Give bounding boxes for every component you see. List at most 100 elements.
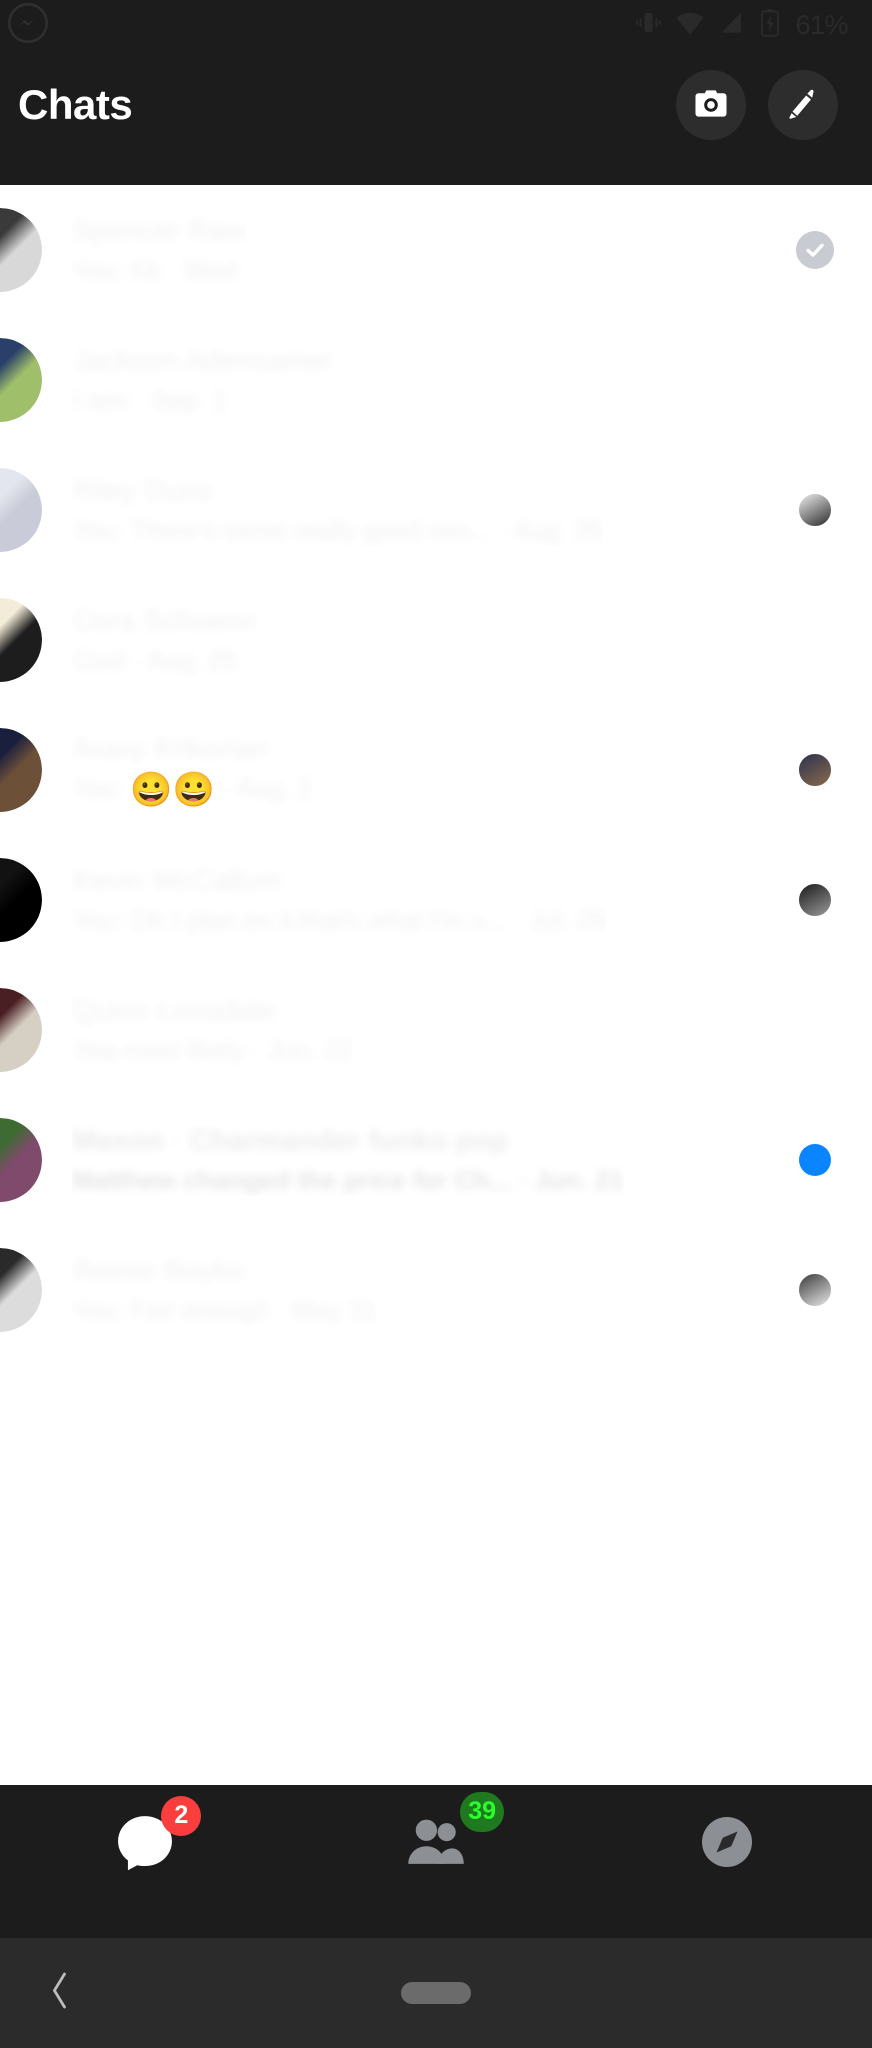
camera-icon bbox=[692, 85, 730, 126]
chat-row[interactable]: Araxy Krikorian You: 😀😀 · Aug. 2 bbox=[0, 705, 872, 835]
chat-name: Quinn Lonsdale bbox=[72, 994, 276, 1027]
chat-row-text: Quinn Lonsdale Yea most likely · Jun. 22 bbox=[72, 995, 353, 1066]
avatar-image bbox=[0, 728, 42, 812]
compose-button[interactable] bbox=[768, 70, 838, 140]
people-icon-wrap: 39 bbox=[404, 1791, 504, 1879]
delivered-check-indicator bbox=[796, 231, 834, 269]
tab-people[interactable]: 39 bbox=[291, 1785, 582, 1903]
chat-name: Reese Boyko bbox=[72, 1254, 245, 1287]
status-bar-right: 61% bbox=[635, 8, 848, 43]
chats-unread-badge: 2 bbox=[161, 1795, 202, 1836]
avatar[interactable] bbox=[0, 468, 42, 552]
seen-by-avatar bbox=[796, 751, 834, 789]
avatar[interactable] bbox=[0, 858, 42, 942]
speech-bubble-icon bbox=[113, 1815, 177, 1878]
chats-icon-wrap: 2 bbox=[113, 1795, 202, 1879]
avatar[interactable] bbox=[0, 988, 42, 1072]
avatar-image bbox=[0, 208, 42, 292]
chat-row[interactable]: Riley Duns You: There's some really good … bbox=[0, 445, 872, 575]
chat-row[interactable]: Spencer Raw You: Kk · Wed bbox=[0, 185, 872, 315]
chat-name: Kevin McCallum bbox=[72, 864, 282, 897]
bottom-tab-bar: 2 39 bbox=[0, 1785, 872, 1903]
wifi-icon bbox=[675, 8, 705, 43]
tabbar-bottom-padding bbox=[0, 1903, 872, 1938]
cellular-signal-icon bbox=[718, 9, 745, 41]
avatar[interactable] bbox=[0, 728, 42, 812]
avatar[interactable] bbox=[0, 598, 42, 682]
chat-row[interactable]: Kevin McCallum You: Oh I plan on it that'… bbox=[0, 835, 872, 965]
seen-by-avatar bbox=[796, 881, 834, 919]
status-bar-left bbox=[6, 1, 50, 50]
battery-charging-icon bbox=[758, 8, 782, 42]
chat-row[interactable]: Cora Schoenn Cool · Aug. 25 bbox=[0, 575, 872, 705]
chat-row-text: Kevin McCallum You: Oh I plan on it that'… bbox=[72, 865, 606, 936]
avatar-image bbox=[0, 468, 42, 552]
chat-name: Jackson Adensamer bbox=[72, 344, 334, 377]
avatar-image bbox=[0, 338, 42, 422]
avatar-image bbox=[0, 598, 42, 682]
seen-by-avatar bbox=[796, 1271, 834, 1309]
messenger-chats-screen: 61% Chats Spencer Raw You: Kk · Wed Jack… bbox=[0, 0, 872, 2048]
chat-snippet: Cool · Aug. 25 bbox=[72, 644, 237, 675]
chat-row[interactable]: Quinn Lonsdale Yea most likely · Jun. 22 bbox=[0, 965, 872, 1095]
avatar-image bbox=[0, 1118, 42, 1202]
messenger-icon bbox=[6, 1, 50, 50]
seen-avatar-image bbox=[798, 1273, 832, 1307]
avatar[interactable] bbox=[0, 338, 42, 422]
chat-name: Riley Duns bbox=[72, 474, 213, 507]
chat-name: Araxy Krikorian bbox=[72, 732, 269, 765]
chat-row[interactable]: Jackson Adensamer I sen · Sep. 1 bbox=[0, 315, 872, 445]
seen-avatar-image bbox=[798, 493, 832, 527]
avatar-image bbox=[0, 988, 42, 1072]
pencil-compose-icon bbox=[785, 86, 821, 125]
tab-discover[interactable] bbox=[581, 1785, 872, 1903]
avatar[interactable] bbox=[0, 1118, 42, 1202]
chat-snippet: You: There's some really good son... · A… bbox=[72, 514, 604, 545]
chat-row-text: Reese Boyko You: Fair enough · May 31 bbox=[72, 1255, 377, 1326]
chat-name: Spencer Raw bbox=[72, 214, 247, 247]
chat-name: Cora Schoenn bbox=[72, 604, 258, 637]
seen-by-avatar bbox=[796, 491, 834, 529]
chat-row-text: Araxy Krikorian You: 😀😀 · Aug. 2 bbox=[72, 733, 312, 807]
chat-row[interactable]: Mason · Charmander funko pop Matthew chan… bbox=[0, 1095, 872, 1225]
chat-snippet: I sen · Sep. 1 bbox=[72, 384, 227, 415]
check-icon bbox=[796, 231, 834, 269]
chat-row-text: Spencer Raw You: Kk · Wed bbox=[72, 215, 246, 286]
chat-snippet: Matthew changed the price for Ch... · Ju… bbox=[72, 1164, 624, 1195]
unread-dot-icon bbox=[799, 1144, 831, 1176]
chat-snippet: You: Fair enough · May 31 bbox=[72, 1294, 378, 1325]
avatar-image bbox=[0, 858, 42, 942]
chat-row-text: Riley Duns You: There's some really good … bbox=[72, 475, 603, 546]
back-chevron-icon[interactable] bbox=[44, 1969, 74, 2018]
chat-snippet: You: Oh I plan on it that's what I'm s..… bbox=[72, 904, 606, 935]
unread-dot-indicator bbox=[796, 1141, 834, 1179]
vibrate-icon bbox=[635, 9, 662, 41]
status-bar: 61% bbox=[0, 0, 872, 50]
seen-avatar-image bbox=[798, 753, 832, 787]
seen-avatar-image bbox=[798, 883, 832, 917]
snippet-prefix: You: bbox=[72, 772, 131, 803]
avatar[interactable] bbox=[0, 208, 42, 292]
chat-row-text: Mason · Charmander funko pop Matthew chan… bbox=[72, 1125, 624, 1196]
chat-snippet: You: 😀😀 · Aug. 2 bbox=[72, 773, 312, 807]
people-count-badge: 39 bbox=[460, 1791, 504, 1832]
tab-chats[interactable]: 2 bbox=[0, 1785, 291, 1903]
battery-percentage: 61% bbox=[795, 9, 848, 40]
chat-row-text: Jackson Adensamer I sen · Sep. 1 bbox=[72, 345, 333, 416]
compass-icon bbox=[697, 1816, 757, 1876]
avatar[interactable] bbox=[0, 1248, 42, 1332]
chat-snippet: Yea most likely · Jun. 22 bbox=[72, 1034, 353, 1065]
chat-snippet: You: Kk · Wed bbox=[72, 254, 237, 285]
page-title: Chats bbox=[18, 81, 133, 128]
camera-button[interactable] bbox=[676, 70, 746, 140]
chat-list[interactable]: Spencer Raw You: Kk · Wed Jackson Adensame… bbox=[0, 185, 872, 1785]
home-pill-icon[interactable] bbox=[401, 1982, 471, 2004]
avatar-image bbox=[0, 1248, 42, 1332]
chat-row-text: Cora Schoenn Cool · Aug. 25 bbox=[72, 605, 257, 676]
chat-row[interactable]: Reese Boyko You: Fair enough · May 31 bbox=[0, 1225, 872, 1355]
header-actions bbox=[676, 70, 838, 140]
discover-icon-wrap bbox=[697, 1812, 757, 1877]
chat-name: Mason · Charmander funko pop bbox=[72, 1124, 509, 1157]
android-nav-bar bbox=[0, 1938, 872, 2048]
header-divider bbox=[0, 160, 872, 185]
